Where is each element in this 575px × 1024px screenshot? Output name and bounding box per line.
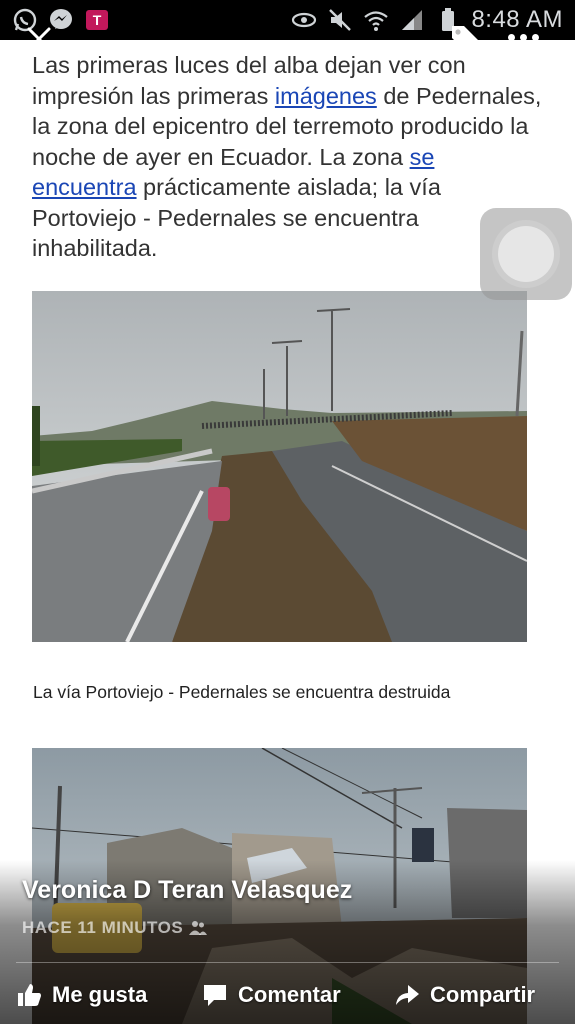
more-dot-icon (508, 33, 515, 41)
post-timestamp: HACE 11 MINUTOS (22, 918, 208, 938)
signal-icon (399, 7, 425, 33)
post-author[interactable]: Veronica D Teran Velasquez (22, 876, 352, 905)
like-label: Me gusta (52, 982, 148, 1007)
close-button[interactable] (24, 24, 54, 54)
thumbs-up-icon (18, 984, 41, 1006)
friends-icon (189, 921, 208, 935)
svg-text:T: T (93, 12, 102, 28)
photo-caption: La vía Portoviejo - Pedernales se encuen… (33, 682, 451, 702)
mute-icon (327, 7, 353, 33)
t-mobile-icon: T (84, 7, 110, 33)
more-options-button[interactable] (508, 30, 544, 44)
more-dot-icon (520, 33, 527, 41)
like-button[interactable]: Me gusta (16, 982, 147, 1008)
post-actions: Me gusta Comentar Compartir (0, 972, 575, 1018)
tag-button[interactable] (448, 22, 482, 56)
comment-button[interactable]: Comentar (202, 982, 341, 1008)
eye-icon (291, 7, 317, 33)
wifi-icon (363, 7, 389, 33)
assistive-touch-ring (498, 226, 554, 282)
earthquake-road-photo[interactable] (32, 291, 527, 642)
share-arrow-icon (396, 985, 419, 1005)
article-paragraph: Las primeras luces del alba dejan ver co… (32, 50, 542, 264)
timestamp-text: HACE 11 MINUTOS (22, 918, 184, 937)
action-divider (16, 962, 559, 963)
link-imagenes[interactable]: imágenes (275, 83, 377, 109)
more-dot-icon (532, 33, 539, 41)
share-label: Compartir (430, 982, 536, 1007)
share-button[interactable]: Compartir (394, 982, 535, 1008)
tag-icon (452, 26, 478, 52)
assistive-touch-button[interactable] (480, 208, 572, 300)
comment-icon (204, 985, 226, 1006)
close-icon (27, 27, 51, 51)
comment-label: Comentar (238, 982, 341, 1007)
status-bar: T 8:48 AM (0, 0, 575, 40)
